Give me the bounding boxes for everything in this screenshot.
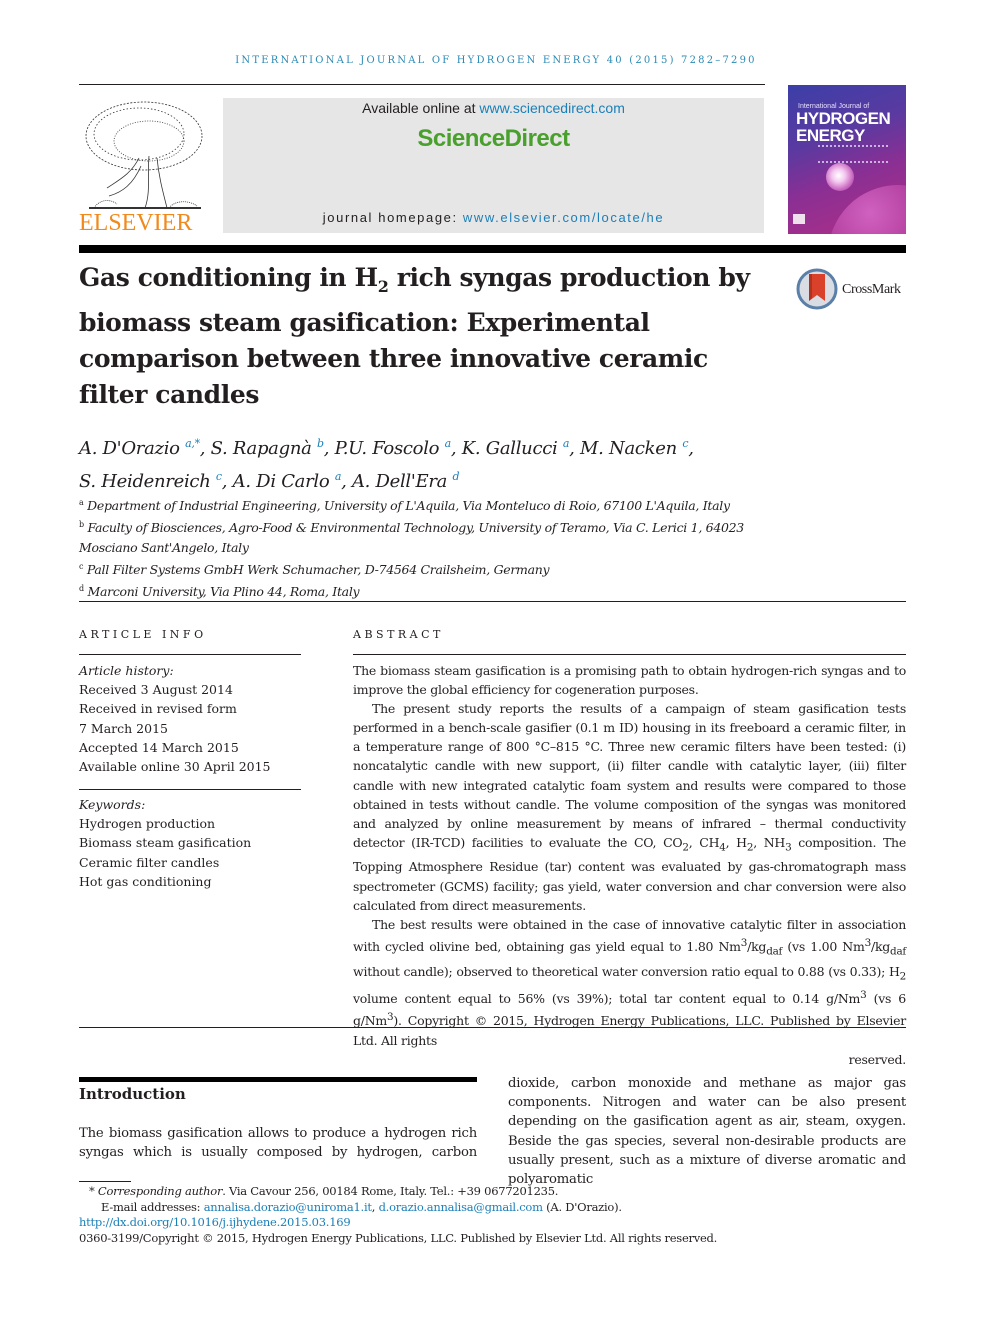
affiliations: a Department of Industrial Engineering, … xyxy=(79,493,799,602)
cover-badge-icon xyxy=(793,214,805,224)
abstract-heading: ABSTRACT xyxy=(353,628,444,641)
introduction-heading: Introduction xyxy=(79,1085,186,1103)
cover-orb xyxy=(826,163,854,191)
introduction-right-column: dioxide, carbon monoxide and methane as … xyxy=(508,1076,906,1188)
affiliation-item: d Marconi University, Via Plino 44, Roma… xyxy=(79,584,360,600)
abstract-copyright: Copyright © 2015, Hydrogen Energy Public… xyxy=(353,1013,906,1048)
intro-rule xyxy=(79,1077,477,1082)
history-item: 7 March 2015 xyxy=(79,720,168,736)
article-title: Gas conditioning in H2 rich syngas produ… xyxy=(79,263,750,409)
abstract-rule xyxy=(353,654,906,655)
history-label: Article history: xyxy=(79,663,174,678)
author-list: A. D'Orazio a,*, S. Rapagnà b, P.U. Fosc… xyxy=(79,437,694,492)
abstract-paragraph: The present study reports the results of… xyxy=(353,701,906,913)
journal-cover-image[interactable]: International Journal of HYDROGEN ENERGY xyxy=(788,85,906,234)
abstract-body: The biomass steam gasification is a prom… xyxy=(353,661,906,1069)
header-rule xyxy=(79,84,765,85)
affiliation-marker[interactable]: d xyxy=(453,470,460,483)
sciencedirect-logo[interactable]: ScienceDirect xyxy=(223,125,764,153)
history-item: Accepted 14 March 2015 xyxy=(79,739,239,755)
doi-link[interactable]: http://dx.doi.org/10.1016/j.ijhydene.201… xyxy=(79,1215,351,1229)
author-name[interactable]: S. Heidenreich xyxy=(79,471,216,492)
abstract-paragraph: The best results were obtained in the ca… xyxy=(353,916,906,1048)
keyword-item: Biomass steam gasification xyxy=(79,835,252,851)
cover-decoration xyxy=(828,185,906,234)
email-link[interactable]: d.orazio.annalisa@gmail.com xyxy=(379,1200,543,1214)
cover-editors xyxy=(818,145,888,163)
abstract-reserved: reserved. xyxy=(848,1051,907,1067)
author-name[interactable]: A. D'Orazio xyxy=(79,438,185,459)
footnotes: * Corresponding author. Via Cavour 256, … xyxy=(79,1184,906,1246)
corresponding-author: * Corresponding author. Via Cavour 256, … xyxy=(89,1184,559,1198)
author-name[interactable]: P.U. Foscolo xyxy=(335,438,445,459)
crossmark-label[interactable]: CrossMark xyxy=(842,282,901,298)
affiliation-marker[interactable]: a xyxy=(445,437,452,450)
affiliation-item: c Pall Filter Systems GmbH Werk Schumach… xyxy=(79,561,550,578)
affiliation-item: b Faculty of Biosciences, Agro-Food & En… xyxy=(79,520,744,555)
affiliation-marker[interactable]: a xyxy=(335,470,342,483)
affiliation-marker[interactable]: a xyxy=(563,437,570,450)
affiliation-marker[interactable]: a,* xyxy=(185,437,200,450)
author-name[interactable]: S. Rapagnà xyxy=(211,438,317,459)
history-item: Received 3 August 2014 xyxy=(79,682,233,698)
homepage-link[interactable]: www.elsevier.com/locate/he xyxy=(463,210,664,225)
history-item: Received in revised form xyxy=(79,701,237,717)
available-online: Available online at www.sciencedirect.co… xyxy=(223,100,764,116)
keyword-item: Hydrogen production xyxy=(79,816,216,832)
keyword-item: Hot gas conditioning xyxy=(79,873,212,889)
abstract-end-rule xyxy=(79,1027,906,1028)
section-rule xyxy=(79,601,906,602)
affiliation-item: a Department of Industrial Engineering, … xyxy=(79,498,730,514)
article-info-heading: ARTICLE INFO xyxy=(79,628,207,641)
affiliation-marker[interactable]: b xyxy=(317,437,324,450)
available-prefix: Available online at xyxy=(362,100,480,116)
publisher-wordmark: ELSEVIER xyxy=(79,210,193,236)
keywords-rule xyxy=(79,789,301,790)
abstract-paragraph: The biomass steam gasification is a prom… xyxy=(353,663,906,698)
keywords: Keywords: Hydrogen production Biomass st… xyxy=(79,795,301,891)
journal-homepage: journal homepage: www.elsevier.com/locat… xyxy=(223,210,764,225)
issn-copyright: 0360-3199/Copyright © 2015, Hydrogen Ene… xyxy=(79,1230,718,1245)
keywords-label: Keywords: xyxy=(79,797,146,812)
keyword-item: Ceramic filter candles xyxy=(79,854,220,870)
email-link[interactable]: annalisa.dorazio@uniroma1.it xyxy=(204,1200,372,1214)
history-item: Available online 30 April 2015 xyxy=(79,759,271,775)
affiliation-marker[interactable]: c xyxy=(682,437,688,450)
journal-citation: INTERNATIONAL JOURNAL OF HYDROGEN ENERGY… xyxy=(235,55,757,66)
sciencedirect-link[interactable]: www.sciencedirect.com xyxy=(479,100,625,116)
article-info-rule xyxy=(79,654,301,655)
email-addresses: E-mail addresses: annalisa.dorazio@uniro… xyxy=(101,1199,622,1214)
author-name[interactable]: M. Nacken xyxy=(580,438,682,459)
title-rule xyxy=(79,245,906,253)
cover-title: HYDROGEN ENERGY xyxy=(796,109,891,145)
author-name[interactable]: A. Di Carlo xyxy=(233,471,335,492)
author-name[interactable]: K. Gallucci xyxy=(462,438,563,459)
footnote-rule xyxy=(79,1181,131,1182)
homepage-prefix: journal homepage: xyxy=(322,210,463,225)
affiliation-marker[interactable]: c xyxy=(216,470,222,483)
author-name[interactable]: A. Dell'Era xyxy=(352,471,453,492)
article-history: Article history: Received 3 August 2014 … xyxy=(79,661,301,776)
introduction-left-column: The biomass gasification allows to produ… xyxy=(79,1126,477,1161)
